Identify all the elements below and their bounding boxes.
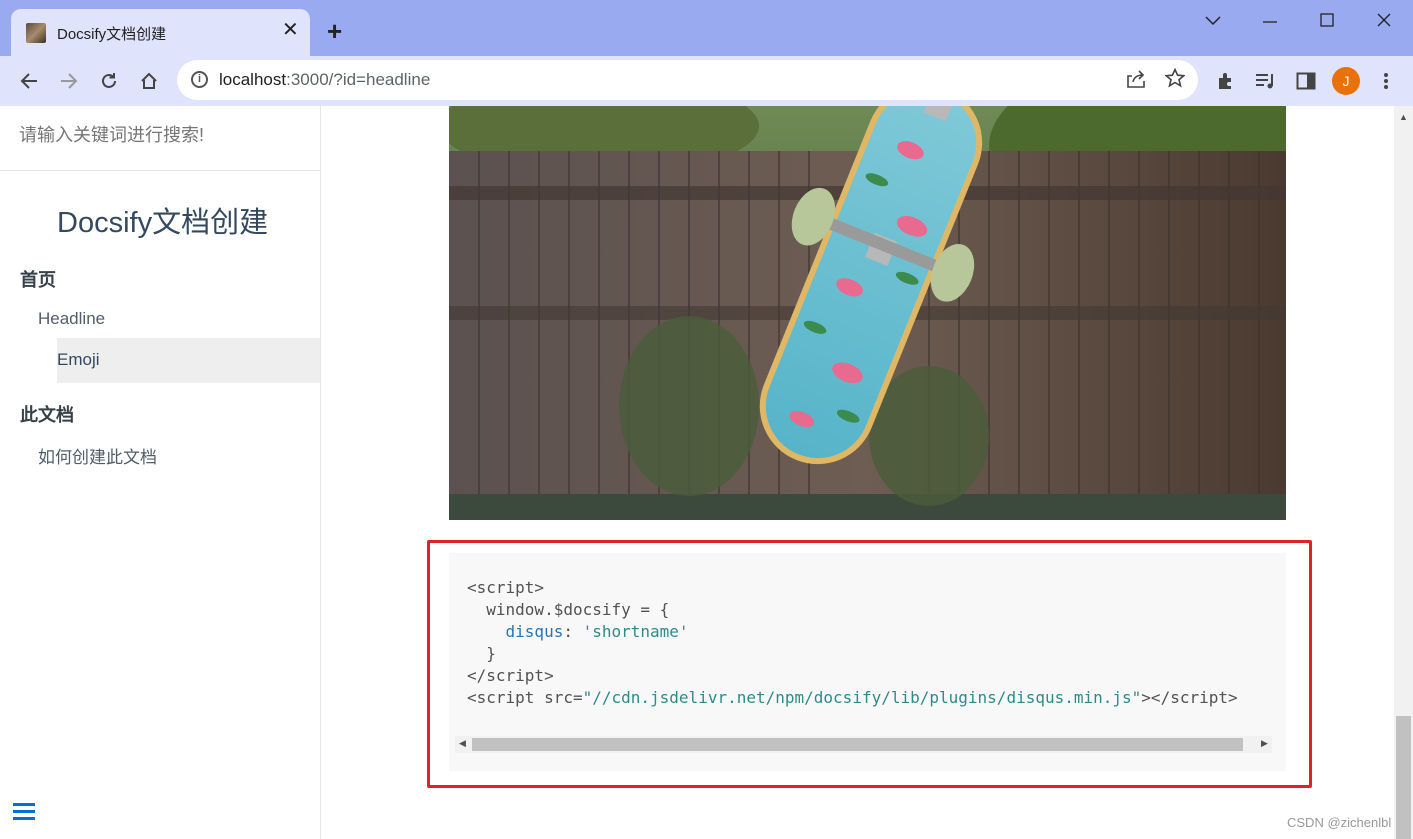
- site-name[interactable]: Docsify文档创建: [57, 199, 268, 241]
- skateboard-photo: [449, 106, 1286, 520]
- active-tab[interactable]: Docsify文档创建 ✕: [11, 9, 310, 56]
- more-menu-icon[interactable]: [1373, 68, 1399, 94]
- maximize-icon[interactable]: [1320, 11, 1334, 32]
- side-panel-icon[interactable]: [1293, 68, 1319, 94]
- tab-title: Docsify文档创建: [57, 26, 167, 43]
- forward-icon[interactable]: [56, 68, 82, 94]
- browser-toolbar: i localhost:3000/?id=headline J: [0, 56, 1413, 106]
- page: Docsify文档创建 首页 Headline Emoji 此文档 如何创建此文…: [0, 106, 1413, 839]
- watermark: CSDN @zichenlbl: [1287, 815, 1392, 830]
- media-control-icon[interactable]: [1253, 68, 1279, 94]
- nav-group-home: 首页: [20, 270, 56, 290]
- new-tab-button[interactable]: +: [327, 18, 342, 44]
- share-icon[interactable]: [1126, 69, 1146, 95]
- back-icon[interactable]: [16, 68, 42, 94]
- bookmark-star-icon[interactable]: [1164, 67, 1186, 94]
- home-icon[interactable]: [136, 68, 162, 94]
- sidebar: Docsify文档创建 首页 Headline Emoji 此文档 如何创建此文…: [0, 106, 321, 839]
- close-tab-icon[interactable]: ✕: [282, 20, 299, 40]
- site-info-icon[interactable]: i: [191, 71, 208, 88]
- search-box: [0, 106, 320, 171]
- page-vertical-scrollbar[interactable]: ▲: [1394, 106, 1413, 839]
- search-input[interactable]: [19, 125, 299, 146]
- sidebar-item-headline[interactable]: Headline: [38, 309, 105, 329]
- extensions-icon[interactable]: [1213, 68, 1239, 94]
- sidebar-item-how-to-create[interactable]: 如何创建此文档: [38, 443, 157, 468]
- vscroll-thumb[interactable]: [1396, 716, 1411, 839]
- scroll-up-arrow-icon[interactable]: ▲: [1399, 112, 1408, 122]
- red-highlight-box: [427, 540, 1312, 788]
- address-bar[interactable]: i localhost:3000/?id=headline: [177, 60, 1198, 100]
- main-content: <script> window.$docsify = { disqus: 'sh…: [321, 106, 1394, 839]
- favicon-icon: [26, 23, 46, 43]
- browser-tabbar: Docsify文档创建 ✕ +: [0, 0, 1413, 56]
- minimize-icon[interactable]: [1262, 10, 1278, 31]
- tab-search-chevron-icon[interactable]: [1205, 10, 1221, 31]
- nav-group-this-doc: 此文档: [20, 405, 74, 425]
- close-window-icon[interactable]: [1377, 11, 1391, 32]
- sidebar-toggle-hamburger-icon[interactable]: [13, 803, 35, 823]
- reload-icon[interactable]: [96, 68, 122, 94]
- profile-avatar[interactable]: J: [1332, 67, 1360, 95]
- url-text[interactable]: localhost:3000/?id=headline: [219, 70, 430, 90]
- sidebar-item-emoji[interactable]: Emoji: [57, 350, 100, 370]
